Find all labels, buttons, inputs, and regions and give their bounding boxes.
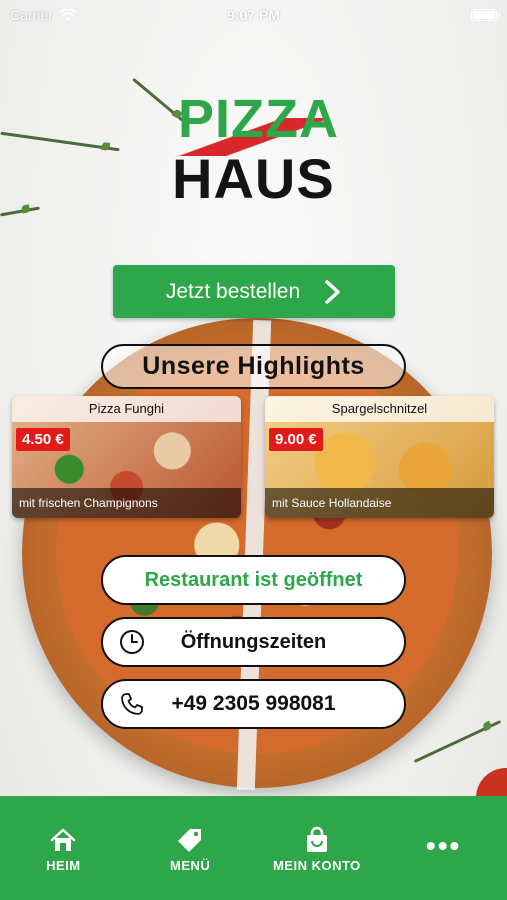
highlight-card-spargelschnitzel[interactable]: Spargelschnitzel 9.00 € mit Sauce Hollan… bbox=[265, 396, 494, 518]
more-icon: ••• bbox=[425, 830, 462, 861]
restaurant-status-label: Restaurant ist geöffnet bbox=[144, 568, 363, 591]
nav-item-home[interactable]: HEIM bbox=[0, 796, 127, 900]
tag-icon bbox=[178, 829, 202, 852]
logo-text-haus: HAUS bbox=[172, 147, 335, 210]
order-now-button[interactable]: Jetzt bestellen bbox=[113, 265, 395, 318]
phone-number: +49 2305 998081 bbox=[171, 692, 336, 715]
nav-label-home: HEIM bbox=[46, 858, 81, 873]
highlights-heading-text: Unsere Highlights bbox=[142, 352, 365, 380]
price-badge: 4.50 € bbox=[16, 428, 70, 451]
opening-hours-button[interactable]: Öffnungszeiten bbox=[101, 617, 406, 667]
nav-label-account: MEIN KONTO bbox=[272, 858, 361, 873]
shopping-bag-icon bbox=[306, 826, 327, 852]
carrier-label: Carrier bbox=[10, 7, 53, 23]
wifi-icon bbox=[58, 8, 77, 21]
opening-hours-label: Öffnungszeiten bbox=[180, 630, 327, 653]
nav-item-account[interactable]: MEIN KONTO bbox=[254, 796, 381, 900]
restaurant-status-button[interactable]: Restaurant ist geöffnet bbox=[101, 555, 406, 605]
highlight-card-description: mit Sauce Hollandaise bbox=[265, 488, 494, 518]
status-bar: Carrier 9:07 PM bbox=[0, 0, 507, 30]
home-icon bbox=[51, 828, 76, 851]
battery-icon bbox=[471, 9, 500, 21]
price-badge: 9.00 € bbox=[269, 428, 323, 451]
highlight-card-title: Spargelschnitzel bbox=[265, 396, 494, 422]
highlight-card-title: Pizza Funghi bbox=[12, 396, 241, 422]
chevron-right-icon bbox=[325, 279, 340, 304]
highlight-card-description: mit frischen Champignons bbox=[12, 488, 241, 518]
nav-item-menu[interactable]: MENÜ bbox=[127, 796, 254, 900]
phone-button[interactable]: +49 2305 998081 bbox=[101, 679, 406, 729]
logo-text-pizza: PIZZA bbox=[178, 89, 339, 149]
highlights-heading: Unsere Highlights bbox=[101, 344, 406, 389]
phone-icon bbox=[121, 693, 143, 715]
pizza-haus-logo: PIZZA HAUS bbox=[172, 88, 339, 210]
highlight-card-pizza-funghi[interactable]: Pizza Funghi 4.50 € mit frischen Champig… bbox=[12, 396, 241, 518]
nav-item-more[interactable]: ••• bbox=[380, 796, 507, 900]
order-now-label: Jetzt bestellen bbox=[165, 279, 301, 303]
status-time: 9:07 PM bbox=[227, 7, 280, 23]
nav-label-menu: MENÜ bbox=[169, 858, 211, 873]
bottom-navigation: HEIM MENÜ MEIN KONTO ••• bbox=[0, 796, 507, 900]
clock-icon bbox=[120, 630, 144, 654]
